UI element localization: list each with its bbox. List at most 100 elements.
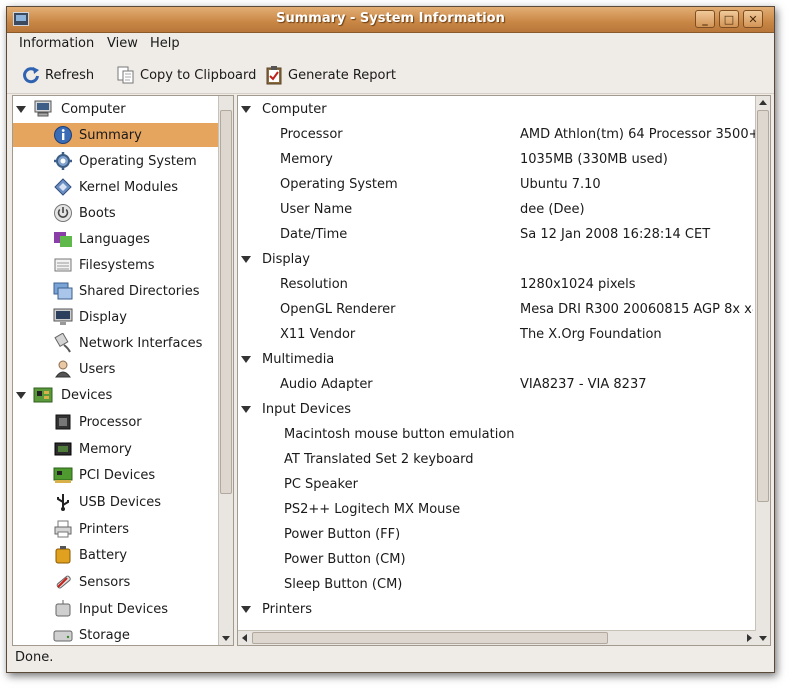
refresh-button[interactable]: Refresh: [21, 65, 94, 85]
tree-item-processor[interactable]: Processor: [13, 410, 218, 434]
tree-item-printers[interactable]: Printers: [13, 517, 218, 541]
input-device-name: PC Speaker: [284, 476, 358, 492]
expander-expanded-icon[interactable]: [16, 106, 26, 113]
expander-expanded-icon[interactable]: [241, 106, 251, 113]
tree-item-languages[interactable]: Languages: [13, 227, 218, 251]
tree-item-summary[interactable]: Summary: [13, 123, 218, 147]
horizontal-scroll-thumb[interactable]: [252, 632, 608, 644]
list-item[interactable]: PS2++ Logitech MX Mouse: [238, 497, 753, 521]
scroll-up-arrow-icon[interactable]: [759, 100, 767, 105]
detail-row[interactable]: Resolution 1280x1024 pixels: [238, 272, 753, 296]
section-computer[interactable]: Computer: [238, 97, 753, 121]
section-input-devices[interactable]: Input Devices: [238, 397, 753, 421]
close-button[interactable]: ✕: [743, 10, 763, 28]
menu-view[interactable]: View: [107, 36, 138, 51]
tree-item-label: Boots: [79, 205, 116, 221]
section-label: Multimedia: [262, 351, 335, 367]
title-bar[interactable]: Summary - System Information _ □ ✕: [7, 7, 774, 33]
tree-label-computer: Computer: [61, 101, 126, 117]
detail-row[interactable]: OpenGL Renderer Mesa DRI R300 20060815 A…: [238, 297, 753, 321]
section-label: Printers: [262, 601, 313, 617]
input-device-name: PS2++ Logitech MX Mouse: [284, 501, 461, 517]
scroll-down-arrow-icon[interactable]: [759, 636, 767, 641]
tree-item-battery[interactable]: Battery: [13, 543, 218, 567]
right-scroll-thumb[interactable]: [757, 110, 769, 502]
detail-key: Operating System: [280, 176, 398, 192]
tree-item-operating-system[interactable]: Operating System: [13, 149, 218, 173]
list-item[interactable]: Power Button (FF): [238, 522, 753, 546]
section-printers[interactable]: Printers: [238, 597, 753, 621]
detail-value: 1035MB (330MB used): [520, 151, 668, 167]
tree-item-label: Network Interfaces: [79, 335, 203, 351]
tree-item-display[interactable]: Display: [13, 305, 218, 329]
tree-item-label: PCI Devices: [79, 467, 156, 483]
copy-label: Copy to Clipboard: [140, 67, 257, 83]
tree-item-network-interfaces[interactable]: Network Interfaces: [13, 331, 218, 355]
scroll-left-arrow-icon[interactable]: [242, 634, 247, 642]
tree-item-memory[interactable]: Memory: [13, 437, 218, 461]
filesystem-icon: [54, 258, 72, 272]
input-device-name: Power Button (CM): [284, 551, 406, 567]
list-item[interactable]: Sleep Button (CM): [238, 572, 753, 596]
generate-report-button[interactable]: Generate Report: [264, 65, 396, 85]
detail-row[interactable]: Audio Adapter VIA8237 - VIA 8237: [238, 372, 753, 396]
hard-drive-icon: [53, 630, 73, 642]
tree-item-filesystems[interactable]: Filesystems: [13, 253, 218, 277]
status-bar: Done.: [15, 650, 54, 665]
tree-group-computer[interactable]: Computer: [13, 97, 218, 121]
menu-information[interactable]: Information: [19, 36, 94, 51]
shared-folder-icon: [53, 282, 73, 300]
tree-item-input-devices[interactable]: Input Devices: [13, 597, 218, 621]
refresh-label: Refresh: [45, 67, 95, 83]
list-item[interactable]: Macintosh mouse button emulation: [238, 422, 753, 446]
detail-row[interactable]: X11 Vendor The X.Org Foundation: [238, 322, 753, 346]
left-vertical-scrollbar[interactable]: [218, 96, 233, 645]
detail-row[interactable]: User Name dee (Dee): [238, 197, 753, 221]
tree-item-pci-devices[interactable]: PCI Devices: [13, 463, 218, 487]
tree-item-storage[interactable]: Storage: [13, 623, 218, 647]
tree-item-usb-devices[interactable]: USB Devices: [13, 490, 218, 514]
scroll-down-arrow-icon[interactable]: [222, 636, 230, 641]
tree-item-sensors[interactable]: Sensors: [13, 570, 218, 594]
left-scroll-thumb[interactable]: [220, 110, 232, 494]
scroll-right-arrow-icon[interactable]: [747, 634, 752, 642]
tree-item-users[interactable]: Users: [13, 357, 218, 381]
menu-help[interactable]: Help: [150, 36, 180, 51]
right-vertical-scrollbar[interactable]: [755, 96, 770, 645]
horizontal-scrollbar[interactable]: [238, 630, 756, 645]
section-multimedia[interactable]: Multimedia: [238, 347, 753, 371]
detail-value: dee (Dee): [520, 201, 585, 217]
copy-icon: [117, 66, 134, 84]
detail-key: OpenGL Renderer: [280, 301, 396, 317]
tree-item-kernel-modules[interactable]: Kernel Modules: [13, 175, 218, 199]
list-item[interactable]: AT Translated Set 2 keyboard: [238, 447, 753, 471]
maximize-button[interactable]: □: [719, 10, 739, 28]
expander-expanded-icon[interactable]: [16, 392, 26, 399]
expander-expanded-icon[interactable]: [241, 406, 251, 413]
detail-row[interactable]: Memory 1035MB (330MB used): [238, 147, 753, 171]
list-item[interactable]: PC Speaker: [238, 472, 753, 496]
detail-row[interactable]: Date/Time Sa 12 Jan 2008 16:28:14 CET: [238, 222, 753, 246]
minimize-button[interactable]: _: [695, 10, 715, 28]
detail-key: X11 Vendor: [280, 326, 356, 342]
tree-item-shared-directories[interactable]: Shared Directories: [13, 279, 218, 303]
section-display[interactable]: Display: [238, 247, 753, 271]
list-item[interactable]: Power Button (CM): [238, 547, 753, 571]
detail-key: Processor: [280, 126, 343, 142]
details-view[interactable]: Computer Processor AMD Athlon(tm) 64 Pro…: [237, 95, 771, 646]
input-device-name: Sleep Button (CM): [284, 576, 403, 592]
computer-icon: [34, 100, 52, 117]
copy-to-clipboard-button[interactable]: Copy to Clipboard: [116, 65, 256, 85]
tree-item-label: Processor: [79, 414, 142, 430]
detail-row[interactable]: Processor AMD Athlon(tm) 64 Processor 35…: [238, 122, 760, 146]
tree-group-devices[interactable]: Devices: [13, 383, 218, 407]
expander-expanded-icon[interactable]: [241, 256, 251, 263]
section-label: Input Devices: [262, 401, 352, 417]
thermometer-icon: [56, 575, 71, 589]
navigation-tree[interactable]: Computer Summary Operating System Kernel…: [12, 95, 234, 646]
expander-expanded-icon[interactable]: [241, 606, 251, 613]
tree-item-boots[interactable]: Boots: [13, 201, 218, 225]
detail-row[interactable]: Operating System Ubuntu 7.10: [238, 172, 753, 196]
users-icon: [55, 360, 71, 378]
expander-expanded-icon[interactable]: [241, 356, 251, 363]
